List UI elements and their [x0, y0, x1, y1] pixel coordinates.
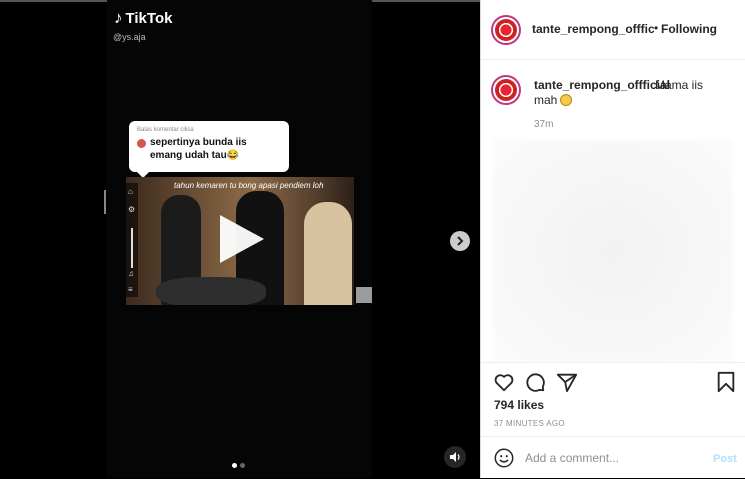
carousel-dot — [240, 463, 245, 468]
divider — [104, 190, 106, 214]
tiktok-watermark: ♪ TikTok — [114, 8, 172, 28]
grinning-sweat-emoji-icon — [560, 94, 573, 106]
separator-dot: • — [654, 21, 659, 35]
likes-count[interactable]: 794 likes — [494, 398, 544, 412]
chevron-right-icon — [457, 236, 464, 246]
caption-avatar[interactable] — [491, 75, 521, 105]
tiktok-logo-icon: ♪ — [114, 8, 123, 27]
share-icon[interactable] — [556, 371, 578, 393]
speaker-icon — [450, 452, 460, 462]
reply-row: sepertinya bunda iis emang udah tau😂 — [137, 136, 281, 162]
post-comment-button[interactable]: Post — [713, 453, 737, 465]
inner-video-controls: ⌂ ⚙ ♫ ≡ — [126, 183, 138, 297]
next-slide-button[interactable] — [450, 231, 470, 251]
reply-header: Balas komentar cilisa — [137, 127, 194, 133]
comment-icon[interactable] — [524, 371, 546, 393]
following-button[interactable]: Following — [661, 22, 717, 36]
heart-icon[interactable] — [493, 371, 515, 393]
play-icon[interactable] — [218, 214, 266, 264]
add-comment-bar: Post — [481, 436, 745, 479]
tiktok-brand-text: TikTok — [125, 9, 173, 27]
commenter-avatar — [137, 139, 146, 148]
settings-icon: ⚙ — [128, 205, 136, 214]
avatar-image — [495, 19, 517, 41]
caption-text-line2: mah — [534, 93, 573, 107]
author-username[interactable]: tante_rempong_offficial — [532, 22, 655, 36]
reply-comment-text: sepertinya bunda iis emang udah tau😂 — [150, 137, 247, 161]
comment-input[interactable] — [525, 447, 695, 469]
video-table — [156, 277, 266, 305]
inner-video-caption: tahun kemaren tu bong apasi pendiem loh — [174, 181, 324, 190]
caption-text-continued: mah — [534, 93, 558, 107]
menu-icon: ≡ — [128, 285, 133, 294]
comments-area — [493, 140, 733, 362]
carousel-indicator — [232, 463, 245, 468]
post-header: tante_rempong_offficial • Following — [481, 0, 745, 60]
caption-text: Mama iis — [655, 78, 704, 92]
caption-username[interactable]: tante_rempong_offficial — [534, 78, 670, 92]
home-icon: ⌂ — [128, 187, 133, 196]
post-media[interactable]: ♪ TikTok @ys.aja Balas komentar cilisa s… — [0, 0, 480, 478]
avatar-image — [495, 79, 517, 101]
video-person — [304, 202, 352, 305]
post-side-panel: tante_rempong_offficial • Following tant… — [480, 0, 745, 478]
carousel-dot-active — [232, 463, 237, 468]
bookmark-icon[interactable] — [715, 371, 737, 393]
mini-thumbnail — [356, 287, 372, 303]
emoji-icon[interactable] — [493, 447, 515, 469]
post-actions: 794 likes 37 MINUTES AGO Post — [481, 362, 745, 478]
tiktok-handle: @ys.aja — [113, 32, 146, 42]
music-icon: ♫ — [128, 269, 134, 278]
audio-toggle-button[interactable] — [444, 446, 466, 468]
volume-bar — [131, 228, 133, 268]
reply-comment-bubble: Balas komentar cilisa sepertinya bunda i… — [129, 121, 289, 178]
caption-timestamp: 37m — [534, 119, 554, 130]
post-timestamp: 37 MINUTES AGO — [494, 419, 565, 428]
author-avatar[interactable] — [491, 15, 521, 45]
